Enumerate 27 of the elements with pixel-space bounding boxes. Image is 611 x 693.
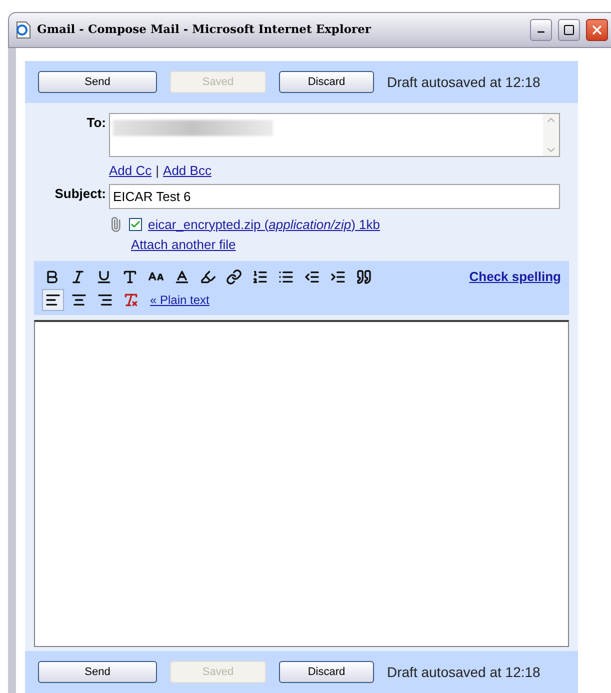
- check-spelling-link[interactable]: Check spelling: [469, 266, 561, 286]
- maximize-icon: [563, 24, 575, 36]
- add-bcc-link[interactable]: Add Bcc: [163, 161, 212, 180]
- close-button[interactable]: [586, 19, 608, 41]
- subject-field[interactable]: EICAR Test 6: [109, 184, 560, 208]
- attachment-link[interactable]: eicar_encrypted.zip (application/zip) 1kb: [148, 214, 380, 234]
- attachment-checkbox[interactable]: [129, 218, 142, 231]
- send-button[interactable]: Send: [38, 661, 157, 683]
- maximize-button[interactable]: [558, 19, 580, 41]
- close-icon: [590, 23, 604, 37]
- window-title: Gmail - Compose Mail - Microsoft Internet Explorer: [37, 21, 372, 38]
- send-button[interactable]: Send: [38, 71, 157, 93]
- add-cc-link[interactable]: Add Cc: [109, 161, 152, 180]
- plain-text-link[interactable]: « Plain text: [150, 290, 210, 308]
- discard-button[interactable]: Discard: [279, 661, 374, 683]
- browser-icon: [15, 21, 31, 39]
- align-left-icon[interactable]: [42, 288, 64, 310]
- link-separator: |: [156, 162, 160, 180]
- message-body-field[interactable]: [34, 320, 569, 647]
- minimize-button[interactable]: [530, 19, 552, 41]
- attach-another-link[interactable]: Attach another file: [131, 235, 236, 254]
- autosave-status: Draft autosaved at 12:18: [387, 662, 540, 682]
- to-label: To:: [86, 114, 106, 132]
- link-icon[interactable]: [224, 266, 244, 286]
- autosave-status: Draft autosaved at 12:18: [387, 72, 540, 92]
- discard-button[interactable]: Discard: [279, 71, 374, 93]
- subject-label: Subject:: [54, 184, 106, 203]
